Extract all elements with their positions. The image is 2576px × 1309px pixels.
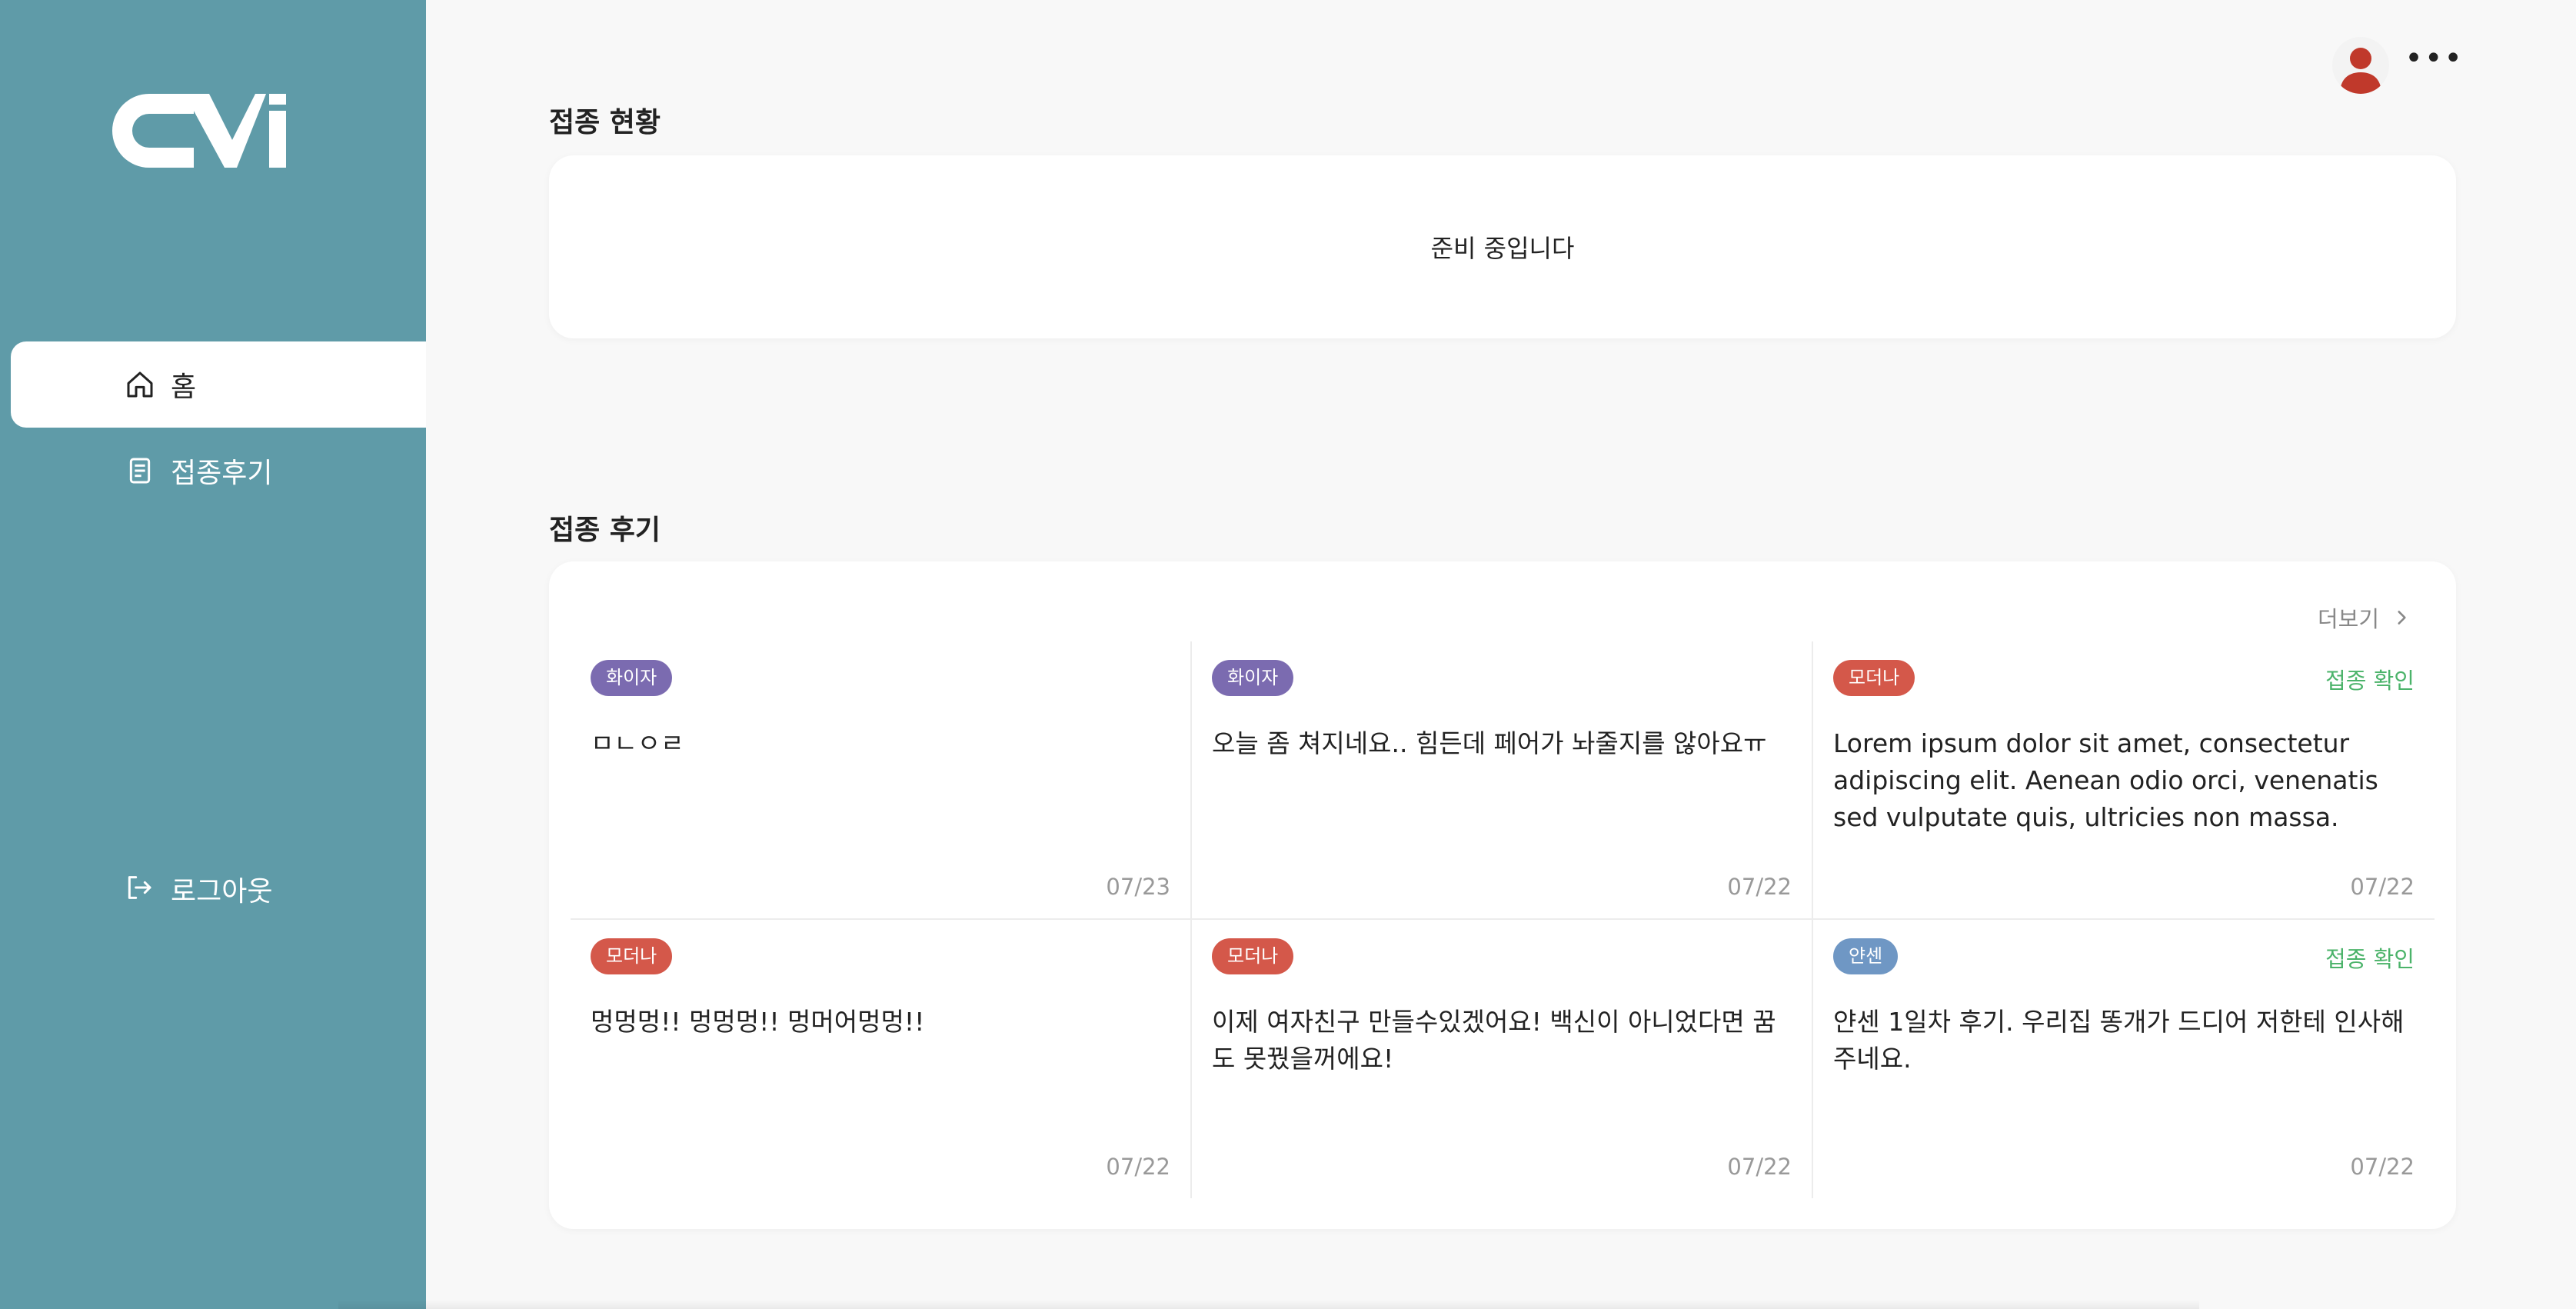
review-text: Lorem ipsum dolor sit amet, consectetur … (1833, 728, 2378, 833)
user-avatar-icon[interactable] (2332, 37, 2390, 94)
review-item[interactable]: 화이자 오늘 좀 쳐지네요.. 힘든데 페어가 놔줄지를 않아요ㅠ 07/22 (1192, 641, 1813, 920)
sidebar-item-label: 홈 (171, 371, 197, 403)
vaccine-badge: 얀센 (1833, 938, 1899, 975)
vaccine-badge: 화이자 (591, 660, 673, 697)
review-item[interactable]: 모더나 이제 여자친구 만들수있겠어요! 백신이 아니었다면 꿈도 못꿨을꺼에요… (1192, 920, 1813, 1198)
cvi-logo[interactable] (109, 91, 286, 171)
vaccine-badge: 화이자 (1212, 660, 1294, 697)
review-date: 07/23 (1106, 874, 1170, 900)
topbar: ••• (2332, 37, 2464, 94)
review-text: 얀센 1일차 후기. 우리집 똥개가 드디어 저한테 인사해주네요. (1833, 1007, 2405, 1074)
verified-label: 접종 확인 (2325, 946, 2415, 972)
review-text: 이제 여자친구 만들수있겠어요! 백신이 아니었다면 꿈도 못꿨을꺼에요! (1212, 1007, 1776, 1074)
sidebar: 홈 접종후기 로그아웃 (0, 0, 426, 1309)
status-message: 준비 중입니다 (1430, 234, 1575, 263)
review-grid: 화이자 ㅁㄴㅇㄹ 07/23 화이자 오늘 좀 쳐지네요.. 힘든데 페어가 놔… (571, 641, 2435, 1198)
review-text: 멍멍멍!! 멍멍멍!! 멍머어멍멍!! (591, 1007, 925, 1038)
home-icon (123, 368, 157, 401)
review-date: 07/22 (2350, 874, 2415, 900)
review-card: 더보기 화이자 ㅁㄴㅇㄹ 07/23 화이자 오늘 좀 쳐지네요.. 힘든데 페… (549, 561, 2456, 1229)
sidebar-item-label: 접종후기 (171, 458, 273, 489)
review-item[interactable]: 화이자 ㅁㄴㅇㄹ 07/23 (571, 641, 1192, 920)
vaccine-badge: 모더나 (1212, 938, 1294, 975)
review-date: 07/22 (2350, 1154, 2415, 1180)
review-item[interactable]: 모더나 접종 확인 Lorem ipsum dolor sit amet, co… (1813, 641, 2435, 920)
vaccine-badge: 모더나 (1833, 660, 1915, 697)
document-icon (123, 454, 157, 488)
bottom-shadow (338, 1300, 2199, 1309)
review-date: 07/22 (1727, 874, 1792, 900)
logout-icon (123, 872, 157, 906)
status-card: 준비 중입니다 (549, 155, 2456, 338)
more-reviews-link[interactable]: 더보기 (2318, 601, 2411, 634)
logout-button[interactable]: 로그아웃 (123, 869, 272, 909)
sidebar-item-reviews[interactable]: 접종후기 (11, 428, 426, 514)
review-item[interactable]: 모더나 멍멍멍!! 멍멍멍!! 멍머어멍멍!! 07/22 (571, 920, 1192, 1198)
more-options-button[interactable]: ••• (2405, 43, 2464, 74)
review-date: 07/22 (1106, 1154, 1170, 1180)
chevron-right-icon (2398, 611, 2406, 625)
more-link-label: 더보기 (2317, 606, 2379, 632)
logout-label: 로그아웃 (171, 876, 273, 908)
review-date: 07/22 (1727, 1154, 1792, 1180)
review-text: 오늘 좀 쳐지네요.. 힘든데 페어가 놔줄지를 않아요ㅠ (1212, 728, 1767, 759)
review-section-title: 접종 후기 (549, 515, 661, 546)
sidebar-item-home[interactable]: 홈 (11, 341, 426, 428)
review-text: ㅁㄴㅇㄹ (591, 728, 684, 759)
status-section-title: 접종 현황 (549, 107, 661, 138)
vaccine-badge: 모더나 (591, 938, 673, 975)
verified-label: 접종 확인 (2325, 668, 2415, 694)
review-item[interactable]: 얀센 접종 확인 얀센 1일차 후기. 우리집 똥개가 드디어 저한테 인사해주… (1813, 920, 2435, 1198)
